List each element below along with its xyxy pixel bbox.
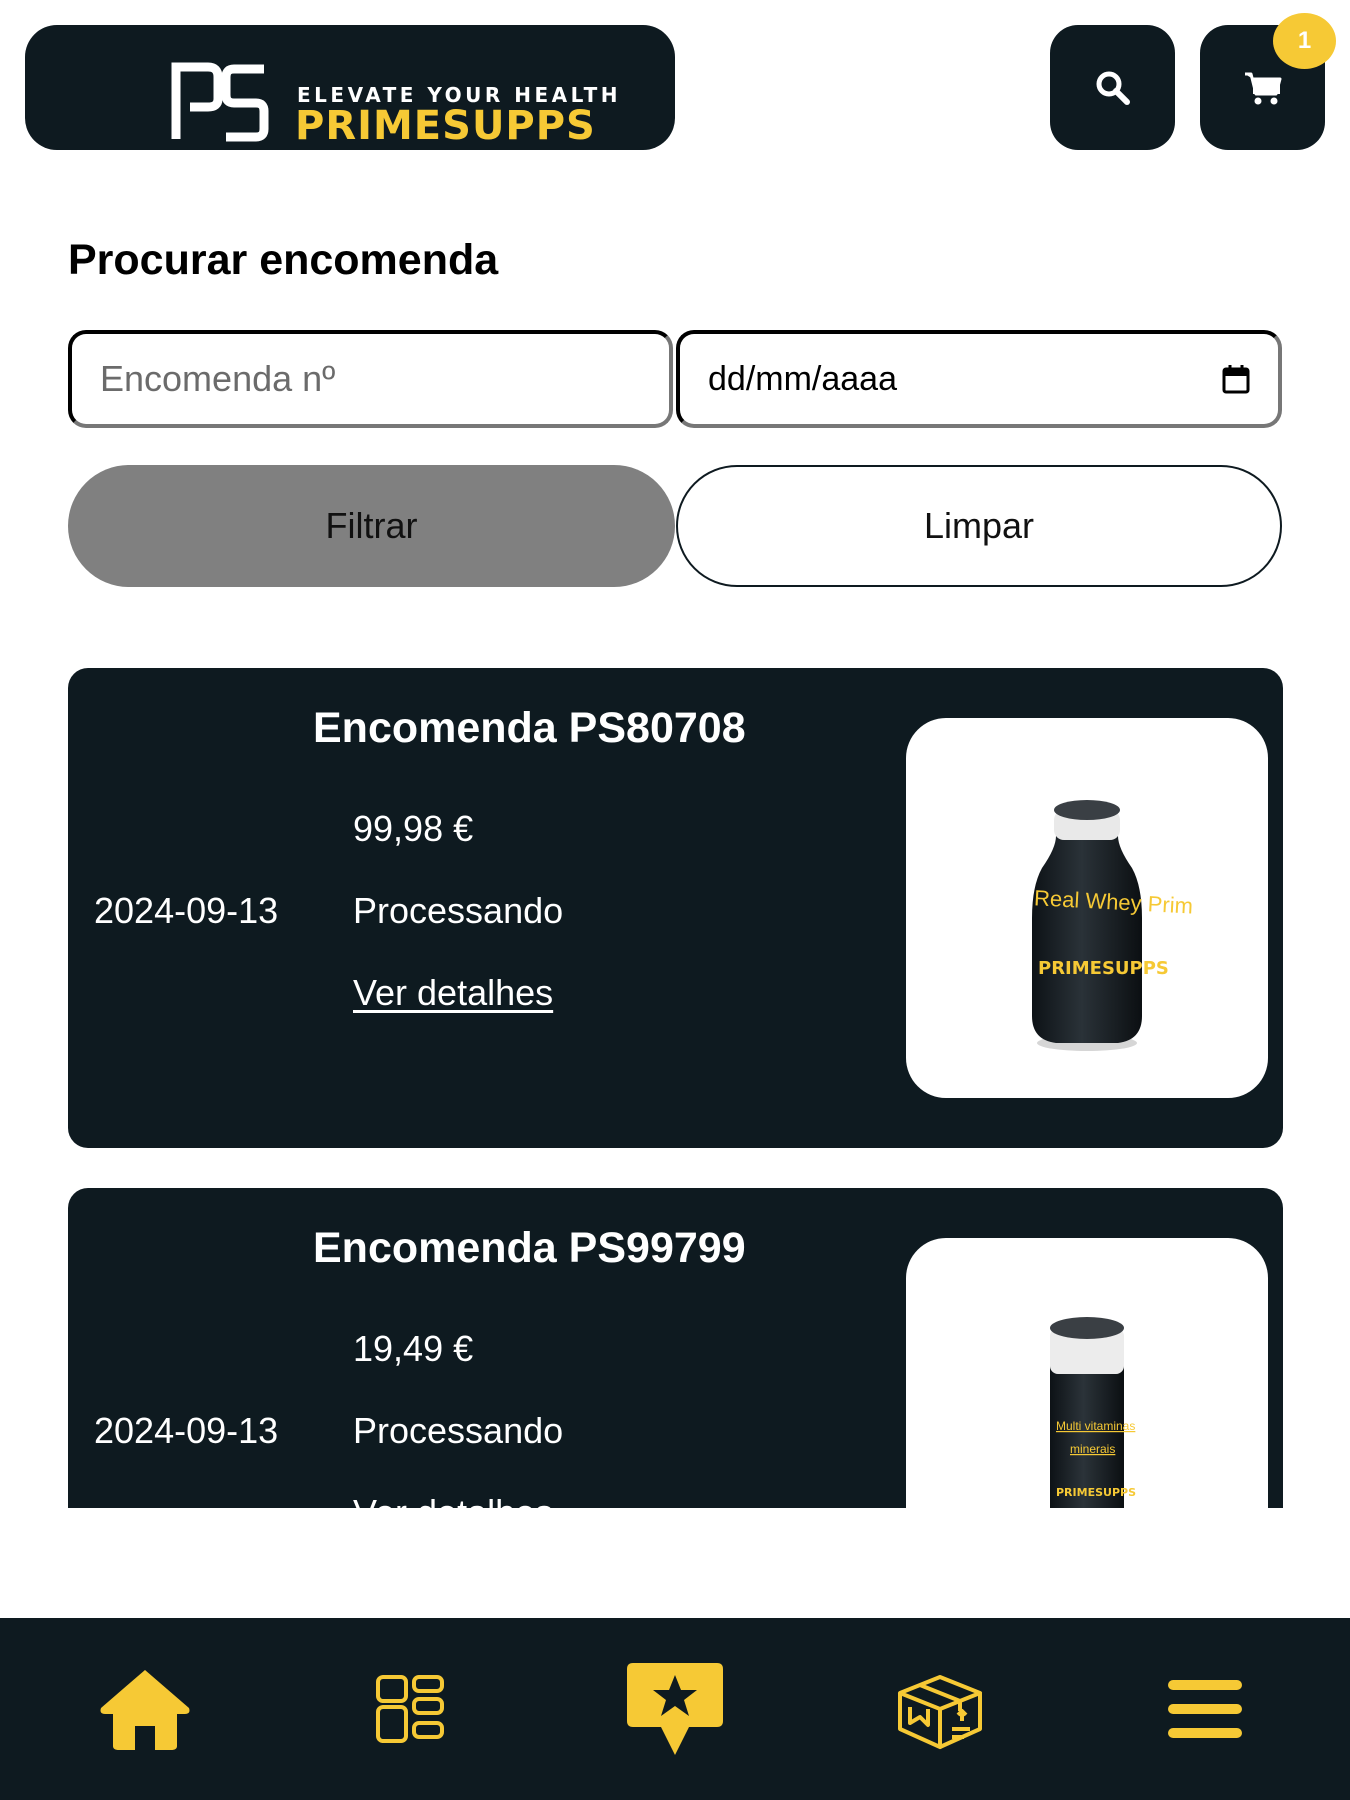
orders-list[interactable]: Encomenda PS80708 2024-09-13 99,98 € Pro… [68,668,1283,1508]
orders-box-icon [898,1675,982,1749]
page-title: Procurar encomenda [68,236,499,284]
order-status: Processando [353,1410,564,1451]
nav-menu[interactable] [1140,1618,1270,1800]
dashboard-icon [376,1675,444,1743]
order-card: Encomenda PS99799 2024-09-13 19,49 € Pro… [68,1188,1283,1508]
nav-orders[interactable] [875,1618,1005,1800]
cart-count-badge: 1 [1273,13,1336,69]
view-details-link[interactable]: Ver detalhes [353,1492,553,1508]
rewards-icon [627,1663,723,1755]
order-number-input[interactable]: Encomenda nº [68,330,673,428]
product-image: Real Whey Prim PRIMESUPPS [906,718,1268,1098]
order-card: Encomenda PS80708 2024-09-13 99,98 € Pro… [68,668,1283,1148]
brand-logo[interactable]: ELEVATE YOUR HEALTH PRIMESUPPS [25,25,675,150]
product-brand: PRIMESUPPS [1038,958,1169,979]
view-details-link[interactable]: Ver detalhes [353,972,553,1014]
cart-icon [1244,72,1281,104]
order-price: 19,49 € [353,1328,474,1369]
product-brand: PRIMESUPPS [1056,1486,1136,1499]
order-number-placeholder: Encomenda nº [100,358,336,399]
filter-button[interactable]: Filtrar [68,465,675,587]
order-status: Processando [353,890,564,931]
date-input[interactable]: dd/mm/aaaa [676,330,1282,428]
order-price: 99,98 € [353,808,474,849]
order-title: Encomenda PS80708 [313,704,746,752]
bottom-navigation [0,1618,1350,1800]
calendar-icon[interactable] [1222,364,1250,394]
product-image: Multi vitaminas minerais PRIMESUPPS [906,1238,1268,1508]
nav-rewards[interactable] [610,1618,740,1800]
ps-monogram [171,62,269,142]
product-label: minerais [1070,1442,1115,1456]
search-icon [1096,71,1130,105]
nav-home[interactable] [80,1618,210,1800]
logo-brand-name: PRIMESUPPS [295,103,596,149]
order-date: 2024-09-13 [94,890,279,931]
home-icon [100,1670,190,1750]
menu-icon [1168,1680,1242,1738]
clear-button[interactable]: Limpar [676,465,1282,587]
order-date: 2024-09-13 [94,1410,279,1451]
order-title: Encomenda PS99799 [313,1224,746,1272]
search-button[interactable] [1050,25,1175,150]
date-value: dd/mm/aaaa [708,359,897,398]
product-label: Multi vitaminas [1056,1419,1135,1433]
nav-catalog[interactable] [345,1618,475,1800]
